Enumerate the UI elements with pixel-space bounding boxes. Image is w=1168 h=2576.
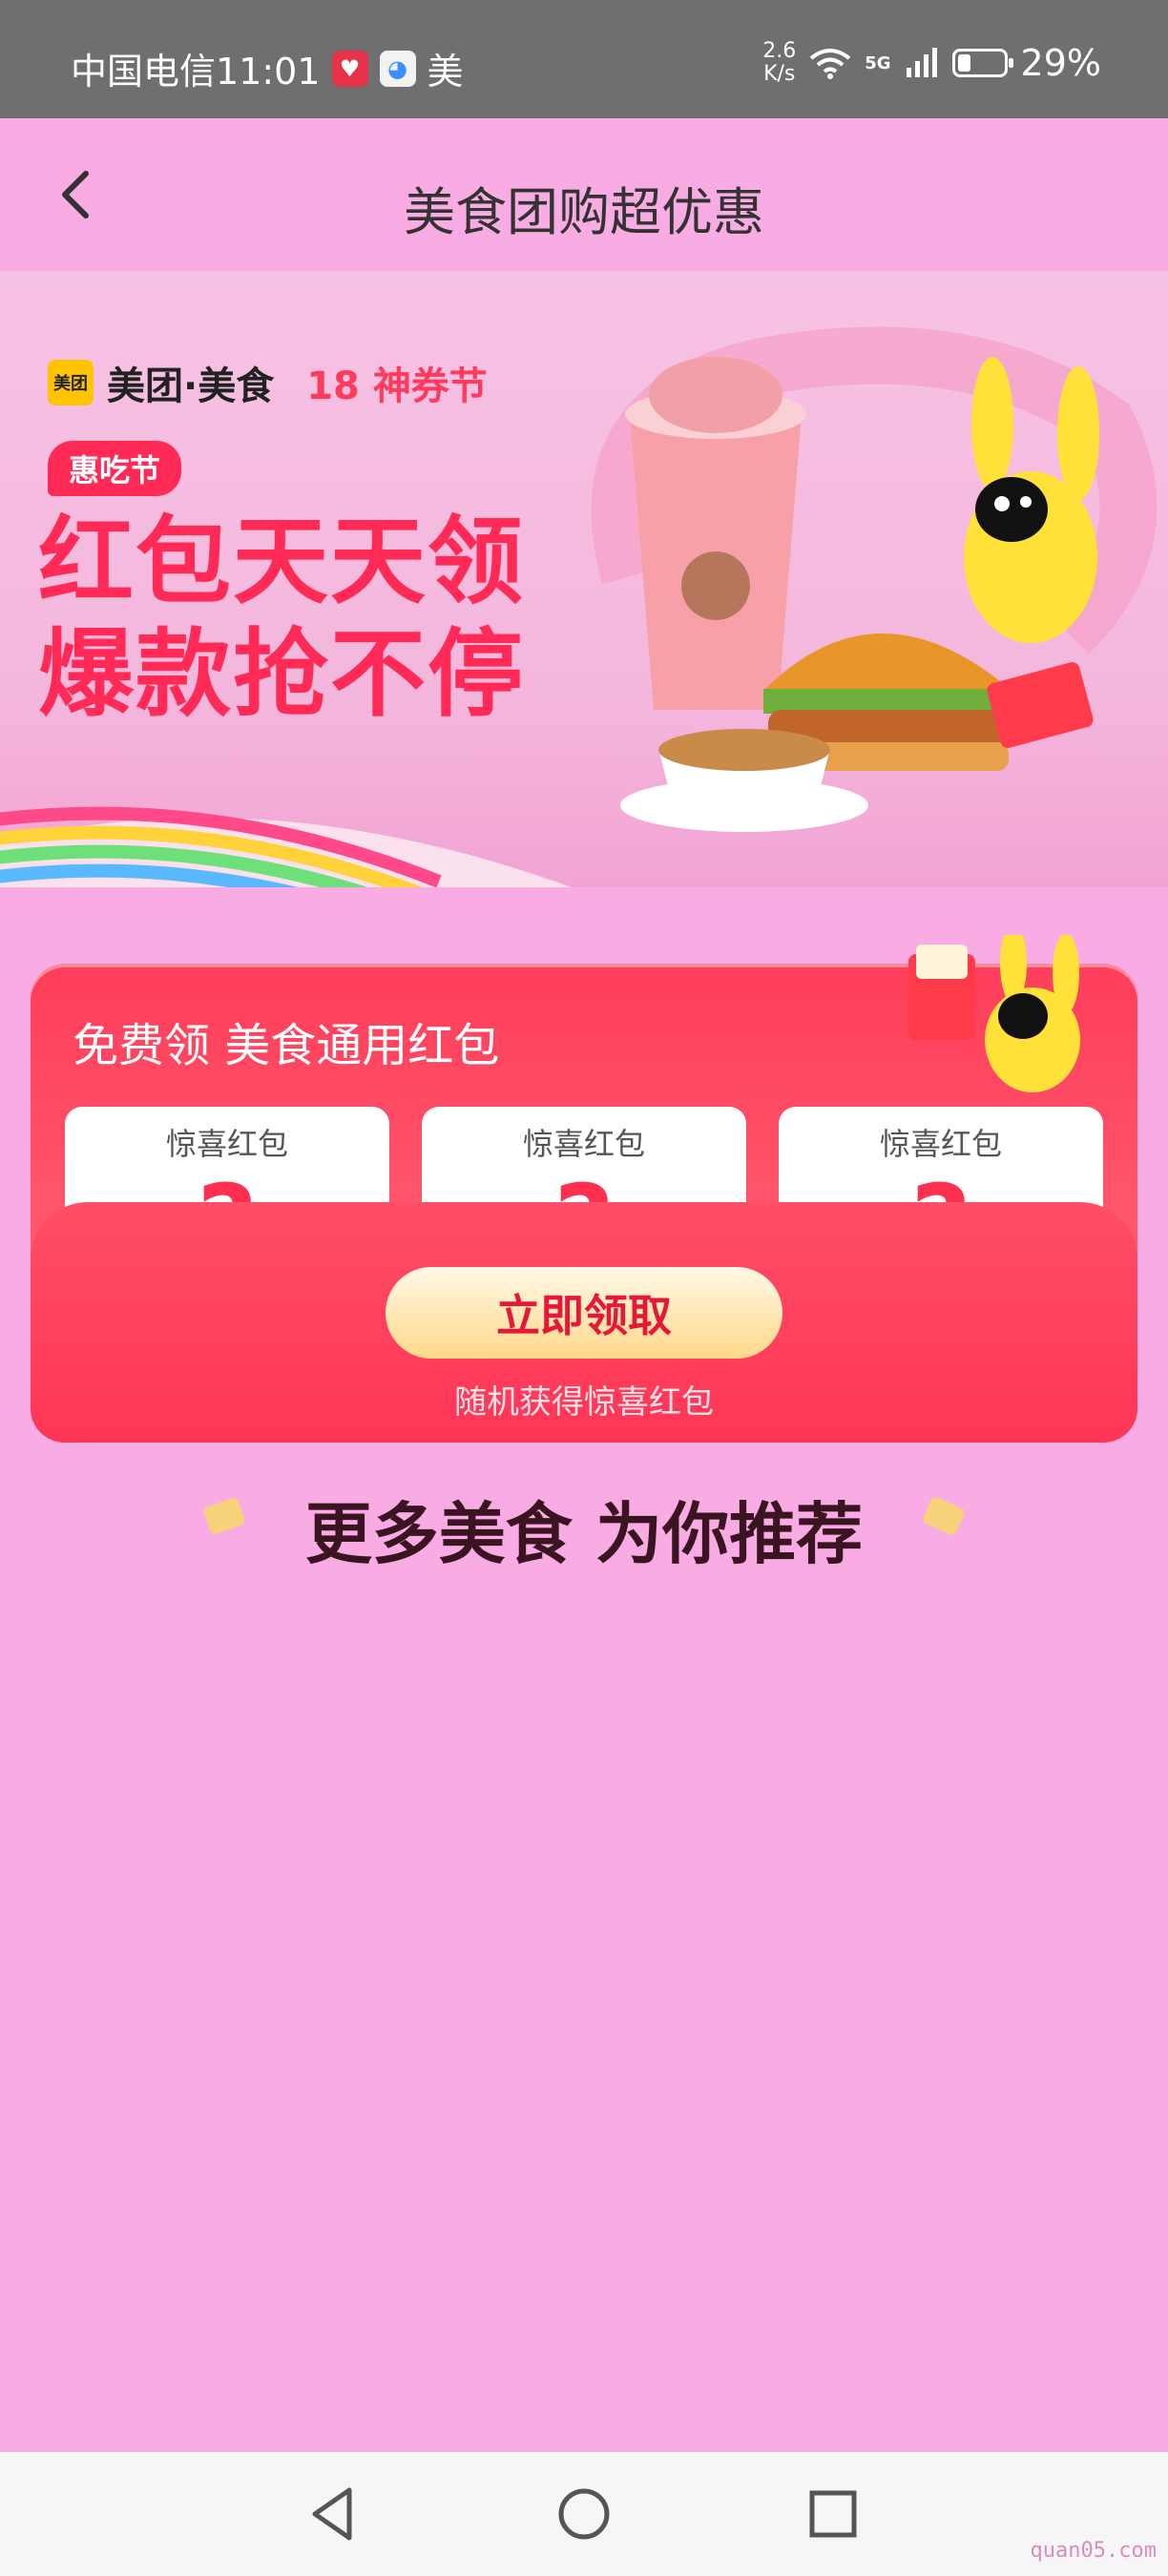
battery-fill bbox=[957, 54, 970, 72]
status-right: 2.6 K/s 5G 29% bbox=[762, 40, 1101, 86]
system-nav-bar: quan05.com bbox=[0, 2452, 1168, 2576]
brand-name: 美团·美食 bbox=[107, 364, 275, 408]
headline-line-1: 红包天天领 bbox=[38, 506, 525, 617]
title-bar: 美食团购超优惠 bbox=[0, 118, 1168, 271]
coupon-card-title: 免费领 美食通用红包 bbox=[73, 1019, 500, 1072]
watermark: quan05.com bbox=[1030, 2539, 1157, 2563]
battery-percent: 29% bbox=[1020, 42, 1101, 84]
coupon-title: 惊喜红包 bbox=[879, 1126, 1002, 1162]
triangle-back-icon[interactable] bbox=[302, 2481, 368, 2547]
network-type: 5G bbox=[865, 52, 891, 73]
drink-cup-icon bbox=[625, 357, 806, 710]
wifi-icon bbox=[809, 49, 851, 79]
promo-tag: 惠吃节 bbox=[48, 441, 182, 496]
notification-app-icon: ♥ bbox=[331, 50, 368, 87]
carrier-time: 中国电信11:01 bbox=[71, 51, 321, 93]
banner-headline: 红包天天领 爆款抢不停 bbox=[38, 506, 525, 731]
headline-line-2: 爆款抢不停 bbox=[38, 618, 525, 730]
net-speed-unit: K/s bbox=[763, 62, 796, 86]
claim-now-button[interactable]: 立即领取 bbox=[386, 1267, 782, 1359]
coupon-card: 免费领 美食通用红包 惊喜红包 ? 惊喜红包 ? 惊喜红包 ? 立即领取 随机获… bbox=[31, 935, 1137, 1443]
festival-label: 神券节 bbox=[372, 364, 488, 408]
coupon-title: 惊喜红包 bbox=[165, 1126, 288, 1162]
battery-icon bbox=[951, 49, 1013, 77]
status-left: 中国电信11:01 ♥ ◕ 美 bbox=[71, 42, 464, 94]
brand-row: 美团 美团·美食 18 神券节 bbox=[48, 355, 488, 410]
festival-18-mark: 18 bbox=[306, 364, 360, 408]
gold-coin-right-icon bbox=[923, 1497, 965, 1535]
red-envelope-icon bbox=[987, 662, 1094, 748]
circle-home-icon[interactable] bbox=[551, 2481, 617, 2547]
signal-icon bbox=[906, 48, 937, 77]
festival-badge: 18 神券节 bbox=[306, 355, 488, 410]
claim-subtitle: 随机获得惊喜红包 bbox=[454, 1383, 714, 1422]
status-bar: 中国电信11:01 ♥ ◕ 美 2.6 K/s 5G 29% bbox=[0, 0, 1168, 118]
notification-app-icon-2: ◕ bbox=[379, 50, 416, 87]
promo-banner[interactable]: 美团 美团·美食 18 神券节 惠吃节 红包天天领 爆款抢不停 bbox=[0, 271, 1168, 887]
notification-app-label: 美 bbox=[427, 51, 464, 93]
mascot-coupon-icon bbox=[908, 935, 1080, 1092]
net-speed: 2.6 K/s bbox=[762, 40, 796, 86]
meituan-logo: 美团 bbox=[48, 360, 94, 405]
page-title: 美食团购超优惠 bbox=[404, 182, 764, 242]
square-recents-icon[interactable] bbox=[800, 2481, 866, 2547]
rainbow-ribbon bbox=[0, 806, 572, 887]
net-speed-value: 2.6 bbox=[762, 39, 797, 63]
recommend-section-title: 更多美食 为你推荐 bbox=[304, 1495, 864, 1573]
coupon-title: 惊喜红包 bbox=[522, 1126, 645, 1162]
